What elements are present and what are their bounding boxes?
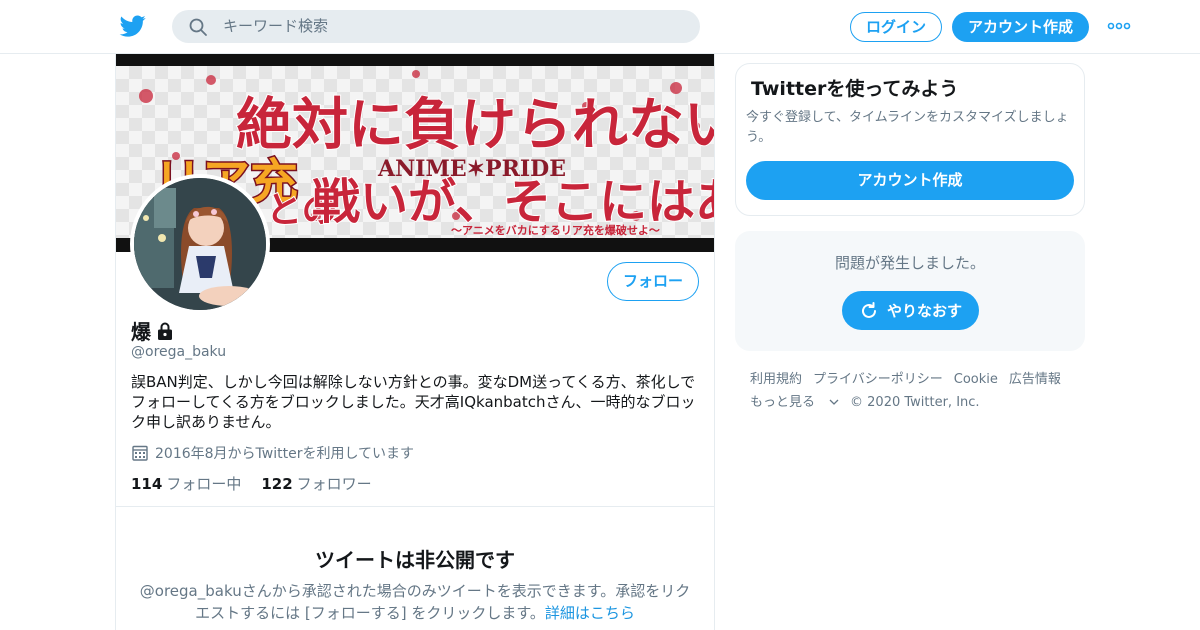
signup-card: Twitterを使ってみよう 今すぐ登録して、タイムラインをカスタマイズしましょ… [735,63,1085,216]
banner-line1: 絶対に負けられない [236,93,714,158]
banner-subtitle: 〜アニメをバカにするリア充を爆破せよ〜 [451,223,660,237]
footer-more-label: もっと見る [750,395,816,410]
followers-label: フォロワー [296,475,372,493]
calendar-icon [132,445,148,461]
chevron-down-icon [829,399,839,405]
error-card: 問題が発生しました。 やりなおす [735,231,1085,351]
profile-stats: 114 フォロー中 122 フォロワー [131,473,372,494]
twitter-logo-icon[interactable] [119,13,147,39]
retry-button[interactable]: やりなおす [842,291,979,330]
refresh-icon [862,301,876,318]
banner-logo: ANIME✶PRIDE [377,156,566,182]
following-label: フォロー中 [166,475,242,493]
profile-bio: 誤BAN判定、しかし今回は解除しない方針との事。変なDM送ってくる方、茶化しでフ… [131,373,696,431]
section-divider [116,506,714,507]
follow-button[interactable]: フォロー [607,262,699,301]
followers-count: 122 [261,475,293,493]
avatar-image [134,178,266,310]
retry-label: やりなおす [886,302,962,320]
footer-copyright: © 2020 Twitter, Inc. [850,395,980,410]
signup-button[interactable]: アカウント作成 [952,12,1089,42]
followers-stat[interactable]: 122 フォロワー [261,473,371,494]
following-stat[interactable]: 114 フォロー中 [131,473,241,494]
footer-links: 利用規約 プライバシーポリシー Cookie 広告情報 もっと見る © 2020… [750,368,1080,414]
footer-link-cookie[interactable]: Cookie [954,368,998,391]
lock-icon [158,322,172,340]
footer-link-ads[interactable]: 広告情報 [1009,368,1061,391]
footer-link-terms[interactable]: 利用規約 [750,368,802,391]
top-nav: キーワード検索 ログイン アカウント作成 [0,0,1200,54]
footer-more-button[interactable]: もっと見る [750,391,839,414]
footer-link-privacy[interactable]: プライバシーポリシー [813,368,943,391]
banner-line2c: 戦いが、そこにはある [312,174,714,230]
profile-handle: @orega_baku [131,344,227,360]
learn-more-link[interactable]: 詳細はこちら [545,604,635,622]
more-options-icon[interactable] [1107,19,1131,33]
error-message: 問題が発生しました。 [834,254,985,272]
profile-column: 絶対に負けられない リア充 との 戦いが、そこにはある ANIME✶PRIDE … [115,54,715,630]
signup-card-button[interactable]: アカウント作成 [746,161,1074,200]
profile-avatar[interactable] [130,174,270,314]
protected-tweets-title: ツイートは非公開です [315,548,515,572]
login-button[interactable]: ログイン [850,12,942,42]
search-icon [189,18,207,36]
profile-display-name: 爆 [131,320,151,344]
search-bar[interactable]: キーワード検索 [172,10,700,43]
profile-name-row: 爆 [131,316,175,345]
joined-date-text: 2016年8月からTwitterを利用しています [155,446,415,462]
signup-card-description: 今すぐ登録して、タイムラインをカスタマイズしましょう。 [746,110,1069,145]
signup-card-title: Twitterを使ってみよう [751,78,959,100]
following-count: 114 [131,475,163,493]
search-input[interactable]: キーワード検索 [223,10,328,43]
protected-tweets-description: @orega_bakuさんから承認された場合のみツイートを表示できます。承認をリ… [136,580,694,624]
joined-date-row: 2016年8月からTwitterを利用しています [131,443,414,463]
